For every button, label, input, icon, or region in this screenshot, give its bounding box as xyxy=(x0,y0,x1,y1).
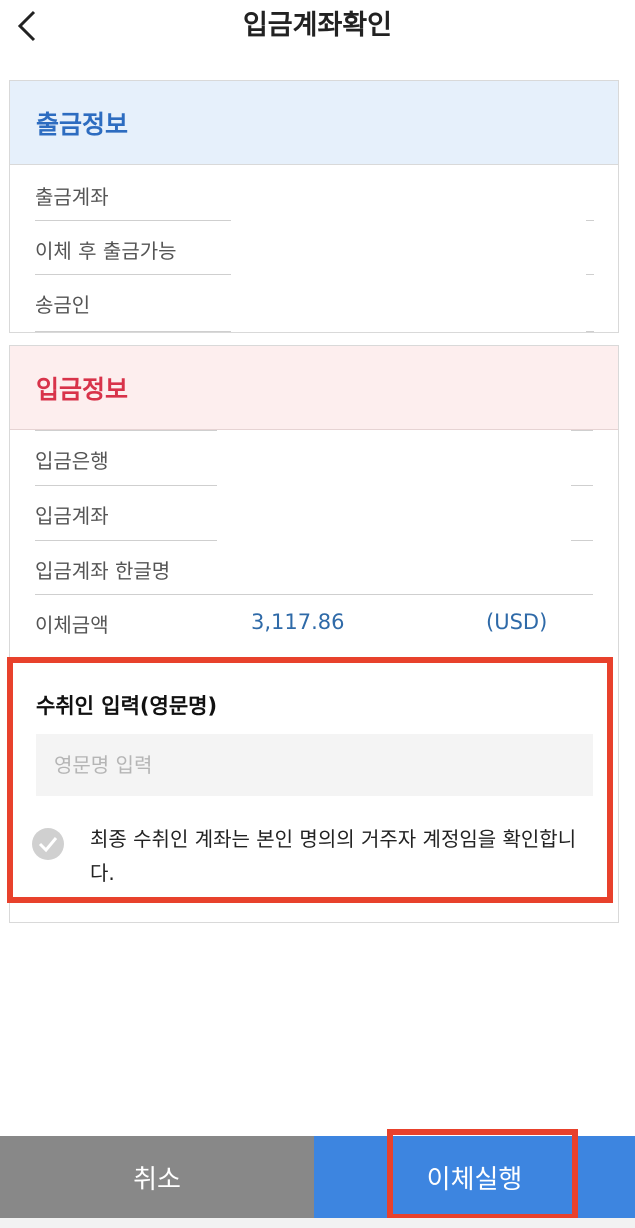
deposit-info-title: 입금정보 xyxy=(10,346,618,430)
bottom-bar xyxy=(0,1218,635,1228)
divider xyxy=(571,540,593,541)
available-balance-label: 이체 후 출금가능 xyxy=(35,238,177,263)
divider xyxy=(35,274,231,275)
divider xyxy=(35,594,593,595)
transfer-confirm-screen: 입금계좌확인 출금정보 출금계좌 이체 후 출금가능 송금인 입금정보 입금은행… xyxy=(0,0,635,1228)
deposit-account-korean-name-label: 입금계좌 한글명 xyxy=(35,558,171,583)
transfer-currency: (USD) xyxy=(486,610,548,634)
divider xyxy=(586,274,594,275)
divider xyxy=(35,430,217,431)
recipient-input-title: 수취인 입력(영문명) xyxy=(36,694,218,718)
deposit-account-label: 입금계좌 xyxy=(35,503,109,528)
divider xyxy=(586,220,594,221)
transfer-amount-label: 이체금액 xyxy=(35,612,109,637)
divider xyxy=(35,331,231,332)
divider xyxy=(571,485,593,486)
confirm-text: 최종 수취인 계좌는 본인 명의의 거주자 계정임을 확인합니다. xyxy=(90,827,577,885)
transfer-amount-value: 3,117.86 xyxy=(251,610,345,634)
confirm-checkbox[interactable] xyxy=(32,828,64,860)
english-name-input[interactable] xyxy=(36,734,593,796)
page-title: 입금계좌확인 xyxy=(242,10,393,41)
withdraw-info-title: 출금정보 xyxy=(10,81,618,165)
divider xyxy=(35,540,217,541)
check-icon xyxy=(38,837,58,853)
divider xyxy=(586,331,594,332)
divider xyxy=(35,485,217,486)
execute-transfer-button[interactable]: 이체실행 xyxy=(314,1136,635,1218)
sender-label: 송금인 xyxy=(35,292,91,317)
deposit-bank-label: 입금은행 xyxy=(35,448,109,473)
withdraw-account-label: 출금계좌 xyxy=(35,184,109,209)
header: 입금계좌확인 xyxy=(0,0,635,55)
cancel-button[interactable]: 취소 xyxy=(0,1136,314,1218)
divider xyxy=(571,430,593,431)
divider xyxy=(35,220,231,221)
